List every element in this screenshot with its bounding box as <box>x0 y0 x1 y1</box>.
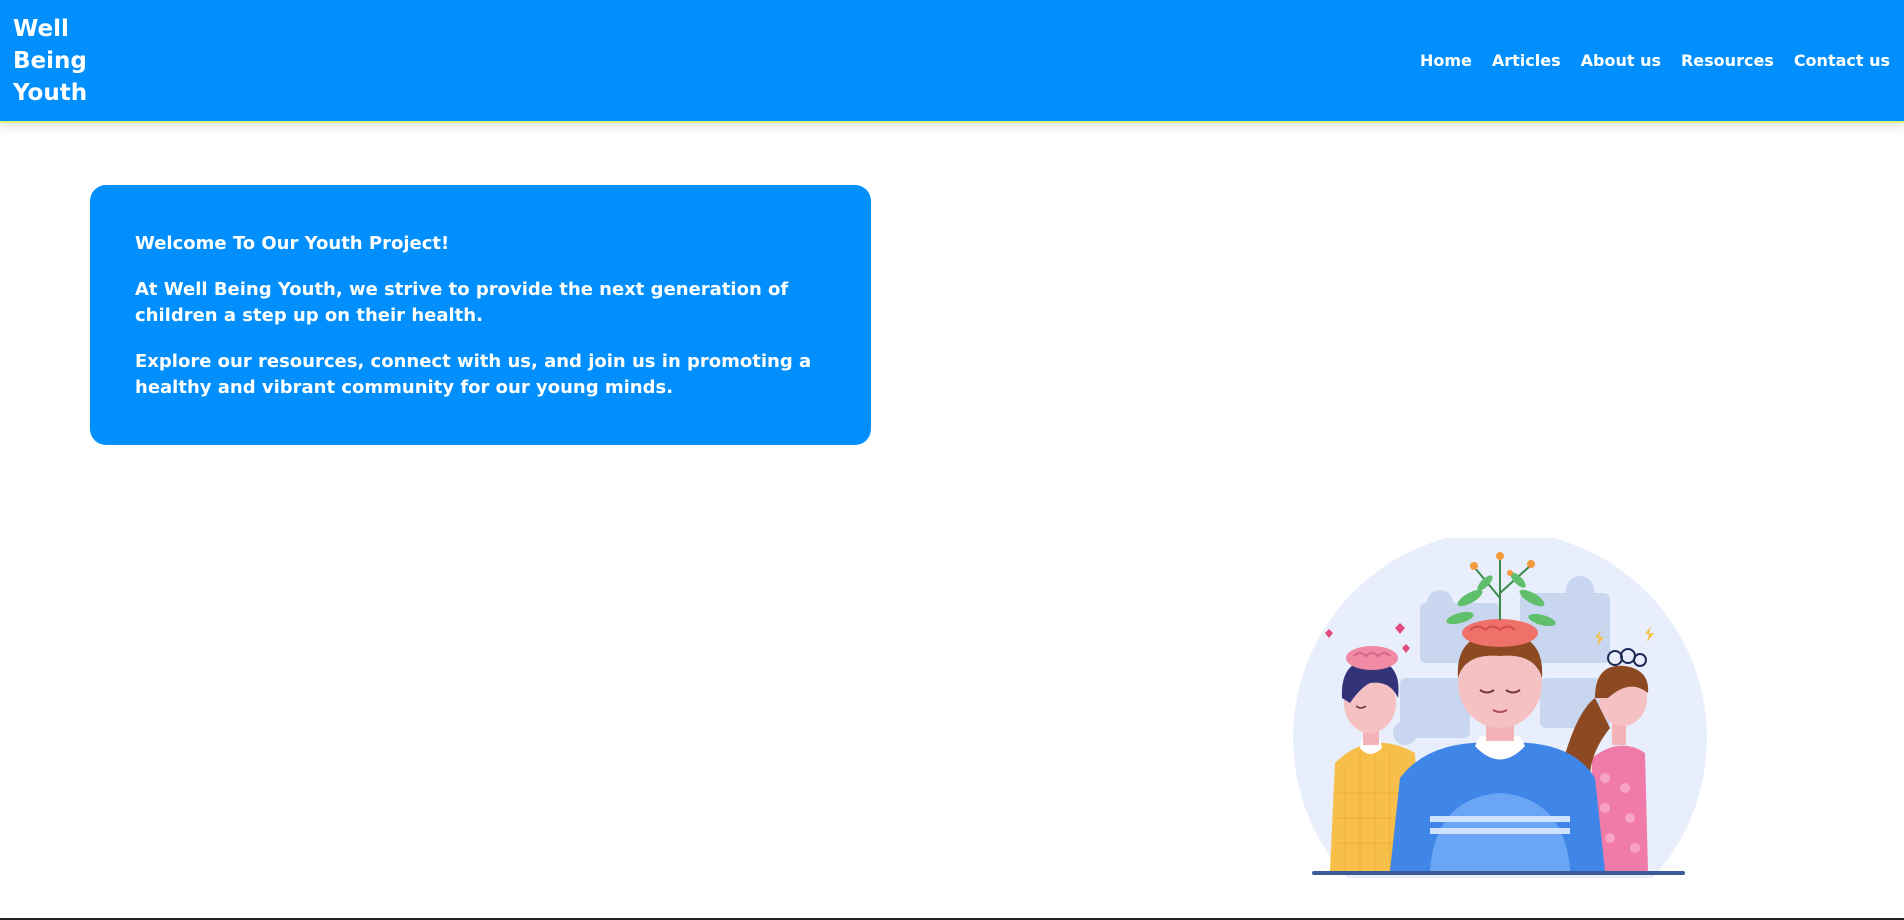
brand-line-3: Youth <box>13 80 88 106</box>
site-logo[interactable]: Well Being Youth <box>13 13 123 109</box>
ground-line <box>1312 871 1685 875</box>
welcome-paragraph-explore: Explore our resources, connect with us, … <box>135 351 812 398</box>
brand-line-1: Well <box>13 16 69 42</box>
nav-articles-link[interactable]: Articles <box>1492 51 1561 70</box>
nav-about-link[interactable]: About us <box>1581 51 1661 70</box>
welcome-title: Welcome To Our Youth Project! <box>135 233 450 254</box>
brand-line-2: Being <box>13 48 87 74</box>
nav-contact-link[interactable]: Contact us <box>1794 51 1890 70</box>
nav-home-link[interactable]: Home <box>1420 51 1472 70</box>
welcome-card: Welcome To Our Youth Project! At Well Be… <box>90 185 871 445</box>
main-nav: Home Articles About us Resources Contact… <box>1420 51 1890 70</box>
youth-mindfulness-illustration <box>1293 531 1707 920</box>
nav-resources-link[interactable]: Resources <box>1681 51 1774 70</box>
hero-illustration <box>1290 531 1710 920</box>
site-header: Well Being Youth Home Articles About us … <box>0 0 1904 123</box>
welcome-paragraph-mission: At Well Being Youth, we strive to provid… <box>135 279 789 326</box>
